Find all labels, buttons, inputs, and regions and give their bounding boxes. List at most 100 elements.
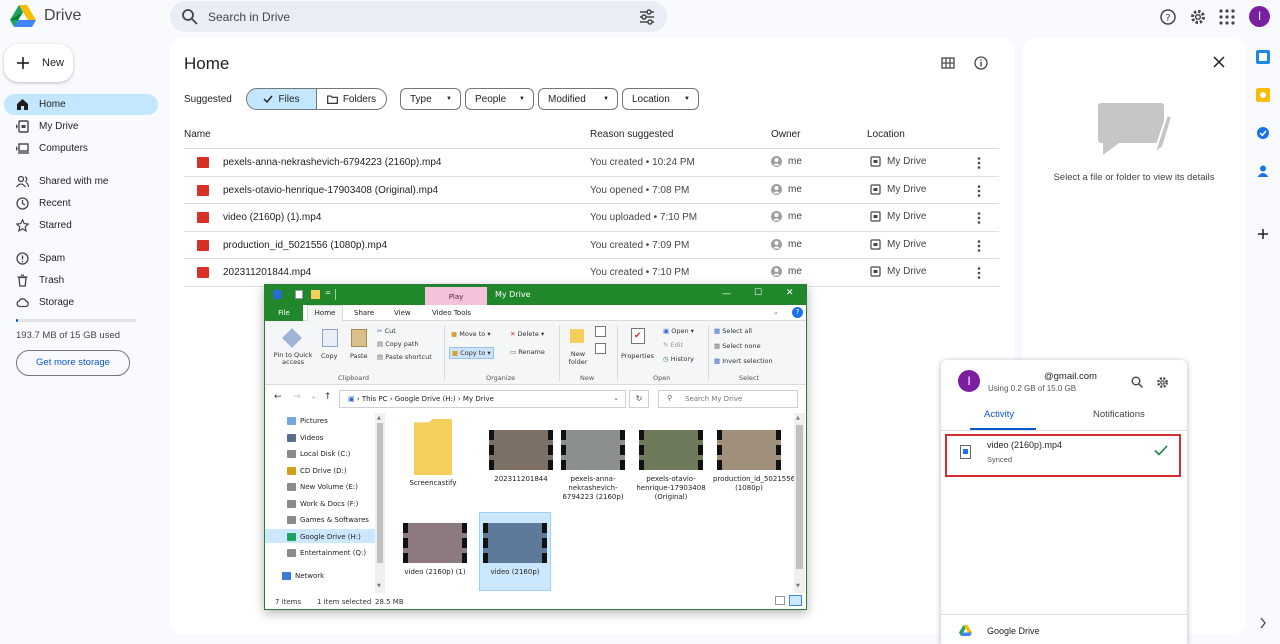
nav-item[interactable]: Entertainment (Q:) — [287, 549, 366, 557]
sidebar-item-spam[interactable]: Spam — [4, 248, 158, 269]
select-none-button[interactable]: ▦ Select none — [714, 342, 761, 350]
new-item-icon[interactable] — [595, 326, 606, 337]
quick-access-dropdown-icon[interactable]: = — [325, 289, 331, 297]
search-bar[interactable]: Search in Drive — [170, 1, 667, 32]
cut-button[interactable]: ✂ Cut — [377, 327, 396, 335]
up-arrow-icon[interactable]: ↑ — [324, 392, 332, 402]
search-options-icon[interactable] — [638, 8, 656, 26]
file-name[interactable]: Screencastify — [397, 479, 469, 488]
file-name[interactable]: video (2160p) (1) — [399, 568, 471, 577]
keep-icon[interactable] — [1256, 88, 1270, 102]
explorer-title-bar[interactable]: = Play My Drive — ☐ ✕ — [265, 285, 806, 305]
sidebar-item-home[interactable]: Home — [4, 94, 158, 115]
paste-button[interactable]: Paste — [350, 352, 368, 360]
address-bar[interactable]: ▣ › This PC › Google Drive (H:) › My Dri… — [339, 390, 626, 408]
nav-item[interactable]: Pictures — [287, 417, 328, 425]
location-cell[interactable]: My Drive — [870, 211, 926, 222]
window-close-icon[interactable]: ✕ — [786, 288, 794, 298]
chevron-right-icon[interactable] — [1259, 616, 1267, 630]
pin-to-quick-access-button[interactable]: Pin to Quick access — [270, 352, 316, 366]
close-icon[interactable] — [1213, 56, 1225, 68]
new-folder-button[interactable]: New folder — [566, 350, 590, 366]
help-icon[interactable]: ? — [792, 307, 803, 318]
minimize-icon[interactable]: — — [722, 289, 731, 299]
copy-path-button[interactable]: ▤ Copy path — [377, 340, 419, 348]
video-thumbnail[interactable] — [639, 430, 703, 470]
details-view-icon[interactable] — [775, 596, 785, 605]
back-arrow-icon[interactable]: ← — [274, 392, 282, 402]
file-name[interactable]: video (2160p) (1).mp4 — [223, 212, 321, 223]
more-actions-icon[interactable] — [974, 211, 984, 225]
nav-item[interactable]: Network — [282, 572, 324, 580]
tab-home[interactable]: Home — [307, 305, 343, 322]
settings-gear-icon[interactable] — [1156, 376, 1169, 389]
large-icons-view-icon[interactable] — [789, 595, 802, 606]
breadcrumb-my-drive[interactable]: My Drive — [463, 395, 494, 403]
tab-view[interactable]: View — [394, 309, 411, 317]
info-icon[interactable] — [974, 56, 988, 70]
nav-item[interactable]: CD Drive (D:) — [287, 466, 347, 475]
refresh-icon[interactable]: ↻ — [629, 390, 649, 408]
tab-file[interactable]: File — [265, 305, 303, 321]
video-thumbnail[interactable] — [489, 430, 553, 470]
sidebar-item-recent[interactable]: Recent — [4, 193, 158, 214]
table-row[interactable]: pexels-otavio-henrique-17903408 (Origina… — [184, 175, 999, 204]
ribbon-collapse-icon[interactable]: ⌄ — [773, 308, 779, 316]
video-thumbnail[interactable] — [403, 523, 467, 563]
sidebar-item-shared[interactable]: Shared with me — [4, 171, 158, 192]
file-name[interactable]: 202311201844 — [485, 475, 557, 484]
tab-activity[interactable]: Activity — [984, 409, 1014, 420]
nav-item[interactable]: Local Disk (C:) — [287, 450, 350, 458]
drive-logo[interactable]: Drive — [10, 5, 81, 27]
video-thumbnail[interactable] — [717, 430, 781, 470]
sidebar-item-my-drive[interactable]: My Drive — [4, 116, 158, 137]
folders-toggle[interactable]: Folders — [316, 88, 387, 110]
tasks-icon[interactable] — [1256, 126, 1270, 140]
table-row[interactable]: 202311201844.mp4 You created • 7:10 PM me M… — [184, 258, 999, 286]
easy-access-icon[interactable] — [595, 343, 606, 354]
breadcrumb-google-drive[interactable]: Google Drive (H:) — [395, 395, 456, 403]
settings-gear-icon[interactable] — [1189, 8, 1207, 26]
table-row[interactable]: production_id_5021556 (1080p).mp4 You cre… — [184, 230, 999, 259]
recent-locations-icon[interactable]: ⌄ — [311, 393, 316, 400]
address-dropdown-icon[interactable]: ⌄ — [613, 394, 619, 402]
contacts-icon[interactable] — [1256, 164, 1270, 178]
nav-item[interactable]: New Volume (E:) — [287, 483, 358, 491]
more-actions-icon[interactable] — [974, 184, 984, 198]
help-icon[interactable]: ? — [1159, 8, 1177, 26]
select-all-button[interactable]: ▦ Select all — [714, 327, 752, 335]
nav-item[interactable]: Games & Softwares — [287, 516, 369, 524]
table-row[interactable]: pexels-anna-nekrashevich-6794223 (2160p)… — [184, 148, 999, 176]
files-toggle[interactable]: Files — [246, 88, 317, 110]
more-actions-icon[interactable] — [974, 239, 984, 253]
apps-grid-icon[interactable] — [1218, 8, 1236, 26]
sidebar-item-trash[interactable]: Trash — [4, 270, 158, 291]
video-thumbnail[interactable] — [561, 430, 625, 470]
history-button[interactable]: ◷ History — [663, 355, 694, 363]
paste-shortcut-button[interactable]: ▤ Paste shortcut — [377, 353, 432, 361]
calendar-icon[interactable] — [1256, 50, 1270, 64]
move-to-button[interactable]: ■ Move to ▾ — [451, 330, 491, 338]
sidebar-item-computers[interactable]: Computers — [4, 138, 158, 159]
delete-button[interactable]: ✕ Delete ▾ — [510, 330, 544, 338]
more-actions-icon[interactable] — [974, 156, 984, 170]
filter-people[interactable]: People ▼ — [465, 88, 534, 110]
search-icon[interactable] — [1131, 376, 1143, 388]
file-name[interactable]: pexels-otavio-henrique-17903408 (Origina… — [223, 185, 438, 196]
nav-scrollbar[interactable]: ▲ ▼ — [375, 413, 385, 593]
invert-selection-button[interactable]: ▦ Invert selection — [714, 357, 773, 365]
sidebar-item-storage[interactable]: Storage — [4, 292, 158, 313]
new-folder-quick-icon[interactable] — [311, 290, 320, 299]
file-name[interactable]: 202311201844.mp4 — [223, 267, 311, 278]
folder-icon[interactable] — [414, 419, 452, 475]
edit-button[interactable]: ✎ Edit — [663, 341, 683, 349]
file-name[interactable]: production_id_5021556 (1080p).mp4 — [223, 240, 387, 251]
add-addon-icon[interactable] — [1256, 227, 1270, 241]
forward-arrow-icon[interactable]: → — [293, 392, 301, 402]
search-input[interactable]: Search in Drive — [208, 10, 290, 24]
table-row[interactable]: video (2160p) (1).mp4 You uploaded • 7:10… — [184, 203, 999, 231]
file-name[interactable]: pexels-anna-nekrashevich-6794223 (2160p)… — [223, 157, 441, 168]
footer-app-name[interactable]: Google Drive — [987, 626, 1040, 636]
filter-modified[interactable]: Modified ▼ — [538, 88, 618, 110]
location-cell[interactable]: My Drive — [870, 184, 926, 195]
